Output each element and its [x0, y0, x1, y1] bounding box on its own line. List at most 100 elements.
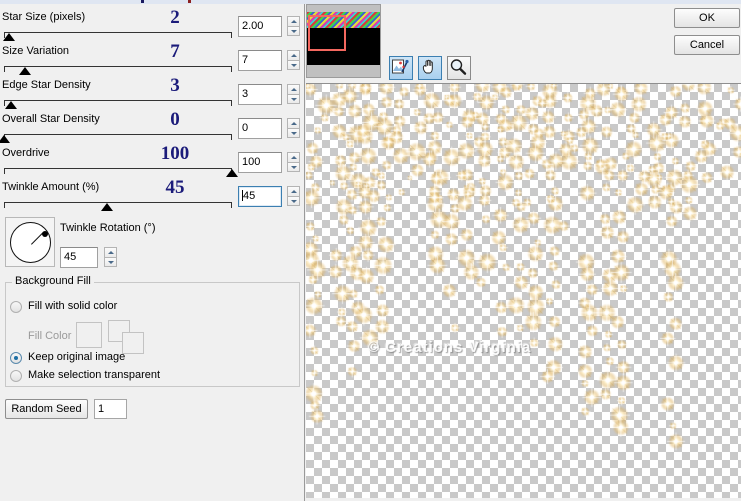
track-cap-right — [231, 202, 232, 208]
spinner-down-button[interactable] — [287, 196, 300, 206]
slider-thumb[interactable] — [3, 33, 15, 41]
spinner-up-button[interactable] — [287, 84, 300, 94]
chevron-down-icon — [291, 132, 297, 135]
spinner-up-button[interactable] — [104, 247, 117, 257]
slider-spinner[interactable]: 45 — [238, 186, 300, 207]
random-seed-input[interactable]: 1 — [94, 399, 127, 419]
twinkle-rotation-label: Twinkle Rotation (°) — [60, 222, 156, 234]
spinner-buttons[interactable] — [287, 186, 300, 207]
slider-label: Twinkle Amount (%) — [2, 181, 100, 193]
slider-track[interactable] — [4, 66, 232, 75]
chevron-up-icon — [291, 122, 297, 125]
slider-thumb[interactable] — [5, 101, 17, 109]
slider-track[interactable] — [3, 32, 232, 41]
slider-thumb[interactable] — [0, 135, 10, 143]
slider-row: Overall Star Density 0 0 — [0, 109, 305, 146]
track-cap-left — [4, 66, 5, 72]
spinner-up-button[interactable] — [287, 152, 300, 162]
chevron-up-icon — [291, 20, 297, 23]
slider-value-input[interactable]: 100 — [238, 152, 282, 173]
slider-track[interactable] — [4, 168, 238, 177]
dial-knob[interactable] — [42, 231, 48, 237]
slider-value-display: 7 — [170, 41, 180, 62]
spinner-buttons[interactable] — [287, 152, 300, 173]
top-tick-blue — [141, 0, 144, 3]
slider-row: Twinkle Amount (%) 45 45 — [0, 177, 305, 214]
slider-thumb[interactable] — [226, 169, 238, 177]
spinner-down-button[interactable] — [287, 128, 300, 138]
slider-label: Star Size (pixels) — [2, 11, 86, 23]
random-seed-button[interactable]: Random Seed — [5, 399, 88, 419]
spinner-buttons[interactable] — [287, 118, 300, 139]
preview-toolbar — [389, 56, 473, 81]
slider-label: Overall Star Density — [2, 113, 100, 125]
slider-spinner[interactable]: 0 — [238, 118, 300, 139]
slider-spinner[interactable]: 100 — [238, 152, 300, 173]
spinner-down-button[interactable] — [287, 162, 300, 172]
track-cap-right — [231, 66, 232, 72]
twinkle-rotation-spinner[interactable]: 45 — [60, 247, 122, 268]
zoom-magnifier-tool-button[interactable] — [447, 56, 471, 80]
image-preview-icon — [392, 59, 409, 74]
slider-value-input[interactable]: 45 — [238, 186, 282, 207]
twinkle-rotation-spin-buttons[interactable] — [104, 247, 117, 268]
radio-fill-with-solid-color[interactable]: Fill with solid color — [10, 299, 290, 315]
slider-value-input[interactable]: 2.00 — [238, 16, 282, 37]
image-preview-tool-button[interactable] — [389, 56, 413, 80]
spinner-up-button[interactable] — [287, 186, 300, 196]
slider-spinner[interactable]: 2.00 — [238, 16, 300, 37]
slider-track[interactable] — [4, 100, 232, 109]
track-line — [4, 168, 232, 169]
radio-keep-original-image[interactable]: Keep original image — [10, 350, 290, 366]
twinkle-rotation-input[interactable]: 45 — [60, 247, 98, 268]
fill-color-swatch[interactable] — [76, 322, 102, 348]
track-line — [4, 134, 232, 135]
slider-value-input[interactable]: 3 — [238, 84, 282, 105]
slider-row: Edge Star Density 3 3 — [0, 75, 305, 112]
pan-hand-tool-button[interactable] — [418, 56, 442, 80]
preview-canvas[interactable]: © Creations Virginia — [306, 83, 741, 498]
spinner-up-button[interactable] — [287, 50, 300, 60]
spinner-buttons[interactable] — [287, 50, 300, 71]
magnifier-icon — [450, 59, 467, 75]
slider-thumb[interactable] — [19, 67, 31, 75]
slider-row: Size Variation 7 7 — [0, 41, 305, 78]
track-cap-right — [231, 134, 232, 140]
fill-color-label: Fill Color — [28, 330, 72, 342]
slider-value-input[interactable]: 0 — [238, 118, 282, 139]
navigator-selection-rect[interactable] — [308, 15, 346, 51]
thumbnail-navigator[interactable] — [306, 4, 381, 78]
track-line — [4, 66, 232, 67]
ok-button[interactable]: OK — [674, 8, 740, 28]
slider-value-display: 45 — [165, 177, 185, 198]
slider-spinner[interactable]: 7 — [238, 50, 300, 71]
radio-make-selection-transparent[interactable]: Make selection transparent — [10, 368, 290, 384]
radio-indicator — [10, 301, 22, 313]
spinner-down-button[interactable] — [287, 26, 300, 36]
slider-track[interactable] — [0, 134, 232, 143]
slider-spinner[interactable]: 3 — [238, 84, 300, 105]
track-line — [4, 100, 232, 101]
spinner-down-button[interactable] — [287, 94, 300, 104]
slider-thumb[interactable] — [101, 203, 113, 211]
cancel-button[interactable]: Cancel — [674, 35, 740, 55]
twinkle-rotation-dial[interactable] — [5, 217, 55, 267]
background-fill-title: Background Fill — [12, 275, 94, 287]
spinner-buttons[interactable] — [287, 16, 300, 37]
spinner-down-button[interactable] — [287, 60, 300, 70]
slider-label: Edge Star Density — [2, 79, 91, 91]
slider-label: Overdrive — [2, 147, 50, 159]
spinner-buttons[interactable] — [287, 84, 300, 105]
top-tick-red — [188, 0, 191, 3]
slider-track[interactable] — [4, 202, 232, 211]
hand-icon — [422, 59, 433, 74]
spinner-up-button[interactable] — [287, 118, 300, 128]
preview-panel: OK Cancel © Creations Virginia — [306, 4, 741, 501]
slider-value-input[interactable]: 7 — [238, 50, 282, 71]
slider-row: Star Size (pixels) 2 2.00 — [0, 7, 305, 44]
spinner-down-button[interactable] — [104, 257, 117, 267]
track-cap-left — [4, 202, 5, 208]
spinner-up-button[interactable] — [287, 16, 300, 26]
slider-value-display: 2 — [170, 7, 180, 28]
radio-label: Fill with solid color — [28, 300, 118, 312]
